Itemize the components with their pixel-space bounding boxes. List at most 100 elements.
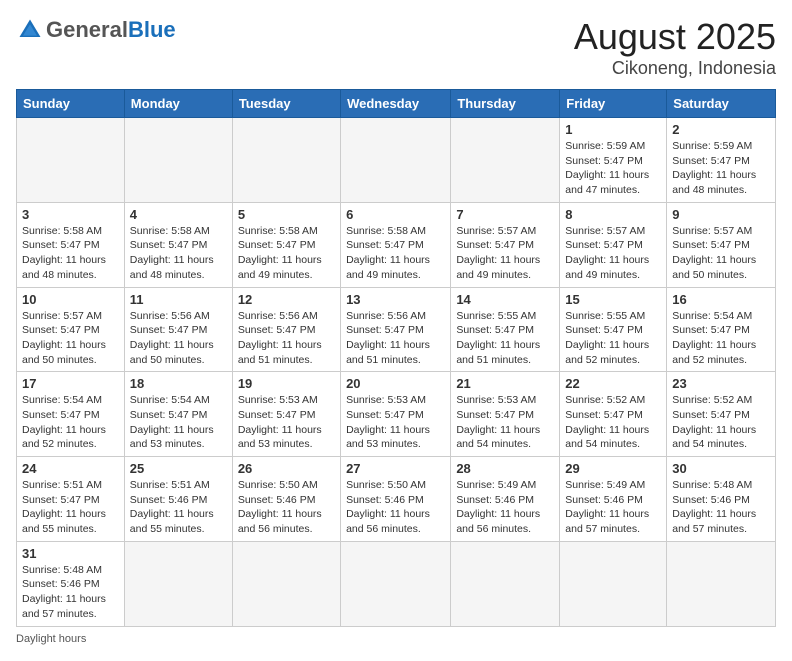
calendar-day-cell: 31Sunrise: 5:48 AM Sunset: 5:46 PM Dayli… bbox=[17, 541, 125, 626]
calendar-day-cell: 20 Sunrise: 5:53 AM Sunset: 5:47 PM Dayli… bbox=[341, 372, 451, 457]
logo-general-text: General bbox=[46, 17, 128, 43]
calendar-day-cell: 3 Sunrise: 5:58 AM Sunset: 5:47 PM Daylig… bbox=[17, 202, 125, 287]
calendar-header-row: SundayMondayTuesdayWednesdayThursdayFrid… bbox=[17, 90, 776, 118]
day-info: Sunrise: 5:54 AM Sunset: 5:47 PM Dayligh… bbox=[22, 393, 119, 452]
day-info: Sunrise: 5:57 AM Sunset: 5:47 PM Dayligh… bbox=[672, 224, 770, 283]
day-number: 30 bbox=[672, 461, 770, 476]
day-info: Sunrise: 5:56 AM Sunset: 5:47 PM Dayligh… bbox=[130, 309, 227, 368]
calendar-day-cell: 4 Sunrise: 5:58 AM Sunset: 5:47 PM Daylig… bbox=[124, 202, 232, 287]
day-number: 24 bbox=[22, 461, 119, 476]
calendar-day-cell: 16Sunrise: 5:54 AM Sunset: 5:47 PM Dayli… bbox=[667, 287, 776, 372]
calendar-day-cell: 25 Sunrise: 5:51 AM Sunset: 5:46 PM Dayli… bbox=[124, 457, 232, 542]
calendar-day-cell: 15Sunrise: 5:55 AM Sunset: 5:47 PM Dayli… bbox=[560, 287, 667, 372]
calendar-day-header: Tuesday bbox=[232, 90, 340, 118]
day-number: 2 bbox=[672, 122, 770, 137]
calendar-day-cell bbox=[560, 541, 667, 626]
day-number: 20 bbox=[346, 376, 445, 391]
day-number: 10 bbox=[22, 292, 119, 307]
calendar-day-cell: 21 Sunrise: 5:53 AM Sunset: 5:47 PM Dayli… bbox=[451, 372, 560, 457]
day-number: 1 bbox=[565, 122, 661, 137]
calendar-day-cell: 28 Sunrise: 5:49 AM Sunset: 5:46 PM Dayli… bbox=[451, 457, 560, 542]
day-info: Sunrise: 5:50 AM Sunset: 5:46 PM Dayligh… bbox=[238, 478, 335, 537]
page-header: General Blue August 2025 Cikoneng, Indon… bbox=[16, 16, 776, 79]
day-number: 28 bbox=[456, 461, 554, 476]
day-info: Sunrise: 5:53 AM Sunset: 5:47 PM Dayligh… bbox=[346, 393, 445, 452]
calendar-day-cell: 9 Sunrise: 5:57 AM Sunset: 5:47 PM Daylig… bbox=[667, 202, 776, 287]
day-number: 26 bbox=[238, 461, 335, 476]
calendar-day-cell bbox=[232, 541, 340, 626]
calendar-day-cell: 19Sunrise: 5:53 AM Sunset: 5:47 PM Dayli… bbox=[232, 372, 340, 457]
calendar-day-header: Wednesday bbox=[341, 90, 451, 118]
calendar-day-cell: 27 Sunrise: 5:50 AM Sunset: 5:46 PM Dayli… bbox=[341, 457, 451, 542]
day-number: 5 bbox=[238, 207, 335, 222]
day-info: Sunrise: 5:55 AM Sunset: 5:47 PM Dayligh… bbox=[456, 309, 554, 368]
day-info: Sunrise: 5:48 AM Sunset: 5:46 PM Dayligh… bbox=[672, 478, 770, 537]
calendar-day-cell: 7Sunrise: 5:57 AM Sunset: 5:47 PM Daylig… bbox=[451, 202, 560, 287]
calendar-day-header: Saturday bbox=[667, 90, 776, 118]
day-number: 27 bbox=[346, 461, 445, 476]
day-number: 18 bbox=[130, 376, 227, 391]
day-info: Sunrise: 5:58 AM Sunset: 5:47 PM Dayligh… bbox=[346, 224, 445, 283]
day-number: 9 bbox=[672, 207, 770, 222]
calendar-day-cell: 17Sunrise: 5:54 AM Sunset: 5:47 PM Dayli… bbox=[17, 372, 125, 457]
day-info: Sunrise: 5:57 AM Sunset: 5:47 PM Dayligh… bbox=[22, 309, 119, 368]
day-info: Sunrise: 5:55 AM Sunset: 5:47 PM Dayligh… bbox=[565, 309, 661, 368]
calendar-day-header: Thursday bbox=[451, 90, 560, 118]
calendar-day-cell: 22 Sunrise: 5:52 AM Sunset: 5:47 PM Dayli… bbox=[560, 372, 667, 457]
calendar-day-cell: 6 Sunrise: 5:58 AM Sunset: 5:47 PM Daylig… bbox=[341, 202, 451, 287]
calendar-day-cell: 10 Sunrise: 5:57 AM Sunset: 5:47 PM Dayli… bbox=[17, 287, 125, 372]
day-number: 22 bbox=[565, 376, 661, 391]
day-info: Sunrise: 5:59 AM Sunset: 5:47 PM Dayligh… bbox=[565, 139, 661, 198]
day-info: Sunrise: 5:52 AM Sunset: 5:47 PM Dayligh… bbox=[565, 393, 661, 452]
day-number: 19 bbox=[238, 376, 335, 391]
calendar-week-row: 24 Sunrise: 5:51 AM Sunset: 5:47 PM Dayli… bbox=[17, 457, 776, 542]
month-title: August 2025 bbox=[574, 16, 776, 58]
calendar-day-cell bbox=[232, 118, 340, 203]
calendar-day-cell: 8 Sunrise: 5:57 AM Sunset: 5:47 PM Daylig… bbox=[560, 202, 667, 287]
calendar-week-row: 17Sunrise: 5:54 AM Sunset: 5:47 PM Dayli… bbox=[17, 372, 776, 457]
calendar-table: SundayMondayTuesdayWednesdayThursdayFrid… bbox=[16, 89, 776, 627]
day-info: Sunrise: 5:49 AM Sunset: 5:46 PM Dayligh… bbox=[565, 478, 661, 537]
calendar-week-row: 1 Sunrise: 5:59 AM Sunset: 5:47 PM Daylig… bbox=[17, 118, 776, 203]
day-number: 25 bbox=[130, 461, 227, 476]
day-info: Sunrise: 5:54 AM Sunset: 5:47 PM Dayligh… bbox=[672, 309, 770, 368]
day-info: Sunrise: 5:58 AM Sunset: 5:47 PM Dayligh… bbox=[238, 224, 335, 283]
day-info: Sunrise: 5:51 AM Sunset: 5:46 PM Dayligh… bbox=[130, 478, 227, 537]
day-number: 11 bbox=[130, 292, 227, 307]
calendar-day-cell: 29 Sunrise: 5:49 AM Sunset: 5:46 PM Dayli… bbox=[560, 457, 667, 542]
day-info: Sunrise: 5:58 AM Sunset: 5:47 PM Dayligh… bbox=[22, 224, 119, 283]
calendar-week-row: 31Sunrise: 5:48 AM Sunset: 5:46 PM Dayli… bbox=[17, 541, 776, 626]
day-number: 23 bbox=[672, 376, 770, 391]
day-info: Sunrise: 5:53 AM Sunset: 5:47 PM Dayligh… bbox=[456, 393, 554, 452]
logo: General Blue bbox=[16, 16, 176, 44]
day-info: Sunrise: 5:50 AM Sunset: 5:46 PM Dayligh… bbox=[346, 478, 445, 537]
calendar-day-cell: 23 Sunrise: 5:52 AM Sunset: 5:47 PM Dayli… bbox=[667, 372, 776, 457]
title-block: August 2025 Cikoneng, Indonesia bbox=[574, 16, 776, 79]
calendar-day-cell: 1 Sunrise: 5:59 AM Sunset: 5:47 PM Daylig… bbox=[560, 118, 667, 203]
calendar-day-cell: 14 Sunrise: 5:55 AM Sunset: 5:47 PM Dayli… bbox=[451, 287, 560, 372]
calendar-day-cell bbox=[341, 541, 451, 626]
day-info: Sunrise: 5:58 AM Sunset: 5:47 PM Dayligh… bbox=[130, 224, 227, 283]
calendar-day-cell: 5 Sunrise: 5:58 AM Sunset: 5:47 PM Daylig… bbox=[232, 202, 340, 287]
footer-note: Daylight hours bbox=[16, 633, 776, 645]
day-number: 21 bbox=[456, 376, 554, 391]
day-number: 6 bbox=[346, 207, 445, 222]
calendar-day-cell: 18Sunrise: 5:54 AM Sunset: 5:47 PM Dayli… bbox=[124, 372, 232, 457]
location-title: Cikoneng, Indonesia bbox=[574, 58, 776, 79]
day-number: 14 bbox=[456, 292, 554, 307]
calendar-day-cell: 12Sunrise: 5:56 AM Sunset: 5:47 PM Dayli… bbox=[232, 287, 340, 372]
calendar-week-row: 3 Sunrise: 5:58 AM Sunset: 5:47 PM Daylig… bbox=[17, 202, 776, 287]
calendar-day-cell bbox=[667, 541, 776, 626]
day-info: Sunrise: 5:57 AM Sunset: 5:47 PM Dayligh… bbox=[565, 224, 661, 283]
day-number: 3 bbox=[22, 207, 119, 222]
day-info: Sunrise: 5:51 AM Sunset: 5:47 PM Dayligh… bbox=[22, 478, 119, 537]
day-info: Sunrise: 5:52 AM Sunset: 5:47 PM Dayligh… bbox=[672, 393, 770, 452]
day-number: 8 bbox=[565, 207, 661, 222]
day-info: Sunrise: 5:56 AM Sunset: 5:47 PM Dayligh… bbox=[238, 309, 335, 368]
day-number: 4 bbox=[130, 207, 227, 222]
day-info: Sunrise: 5:49 AM Sunset: 5:46 PM Dayligh… bbox=[456, 478, 554, 537]
day-info: Sunrise: 5:48 AM Sunset: 5:46 PM Dayligh… bbox=[22, 563, 119, 622]
logo-icon bbox=[16, 16, 44, 44]
day-number: 29 bbox=[565, 461, 661, 476]
calendar-day-cell bbox=[124, 541, 232, 626]
